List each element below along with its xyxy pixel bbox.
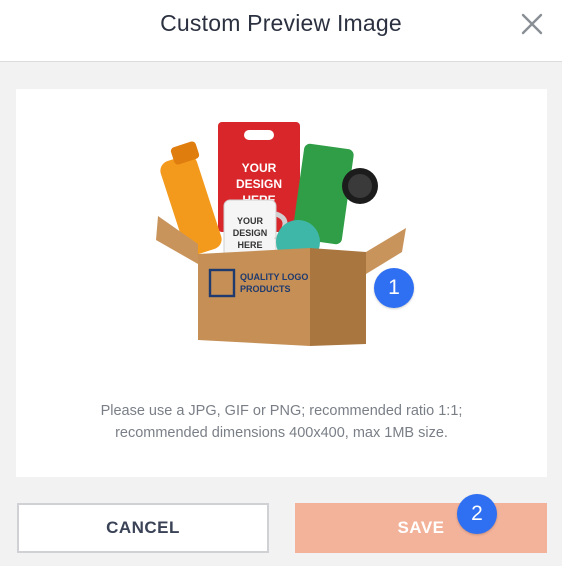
save-button[interactable]: SAVE — [295, 503, 547, 553]
help-line-2: recommended dimensions 400x400, max 1MB … — [115, 425, 448, 441]
svg-text:QUALITY LOGO: QUALITY LOGO — [240, 272, 308, 282]
preview-image[interactable]: YOUR DESIGN HERE YOUR DESIGN HERE — [152, 116, 411, 373]
box-flap-right — [366, 228, 406, 274]
dialog-header: Custom Preview Image — [0, 0, 562, 62]
step-badge-2: 2 — [457, 494, 497, 534]
close-icon[interactable] — [520, 12, 544, 36]
svg-text:YOUR: YOUR — [237, 216, 264, 226]
dialog-title: Custom Preview Image — [160, 10, 402, 36]
svg-text:DESIGN: DESIGN — [236, 177, 282, 191]
svg-text:PRODUCTS: PRODUCTS — [240, 284, 291, 294]
svg-text:YOUR: YOUR — [242, 161, 277, 175]
preview-panel: YOUR DESIGN HERE YOUR DESIGN HERE — [16, 89, 547, 477]
help-line-1: Please use a JPG, GIF or PNG; recommende… — [100, 403, 463, 419]
upload-help-text: Please use a JPG, GIF or PNG; recommende… — [16, 400, 547, 444]
svg-text:HERE: HERE — [237, 240, 262, 250]
step-badge-1: 1 — [374, 268, 414, 308]
svg-text:DESIGN: DESIGN — [233, 228, 268, 238]
product-box-illustration: YOUR DESIGN HERE YOUR DESIGN HERE — [156, 122, 406, 346]
cancel-button[interactable]: CANCEL — [17, 503, 269, 553]
